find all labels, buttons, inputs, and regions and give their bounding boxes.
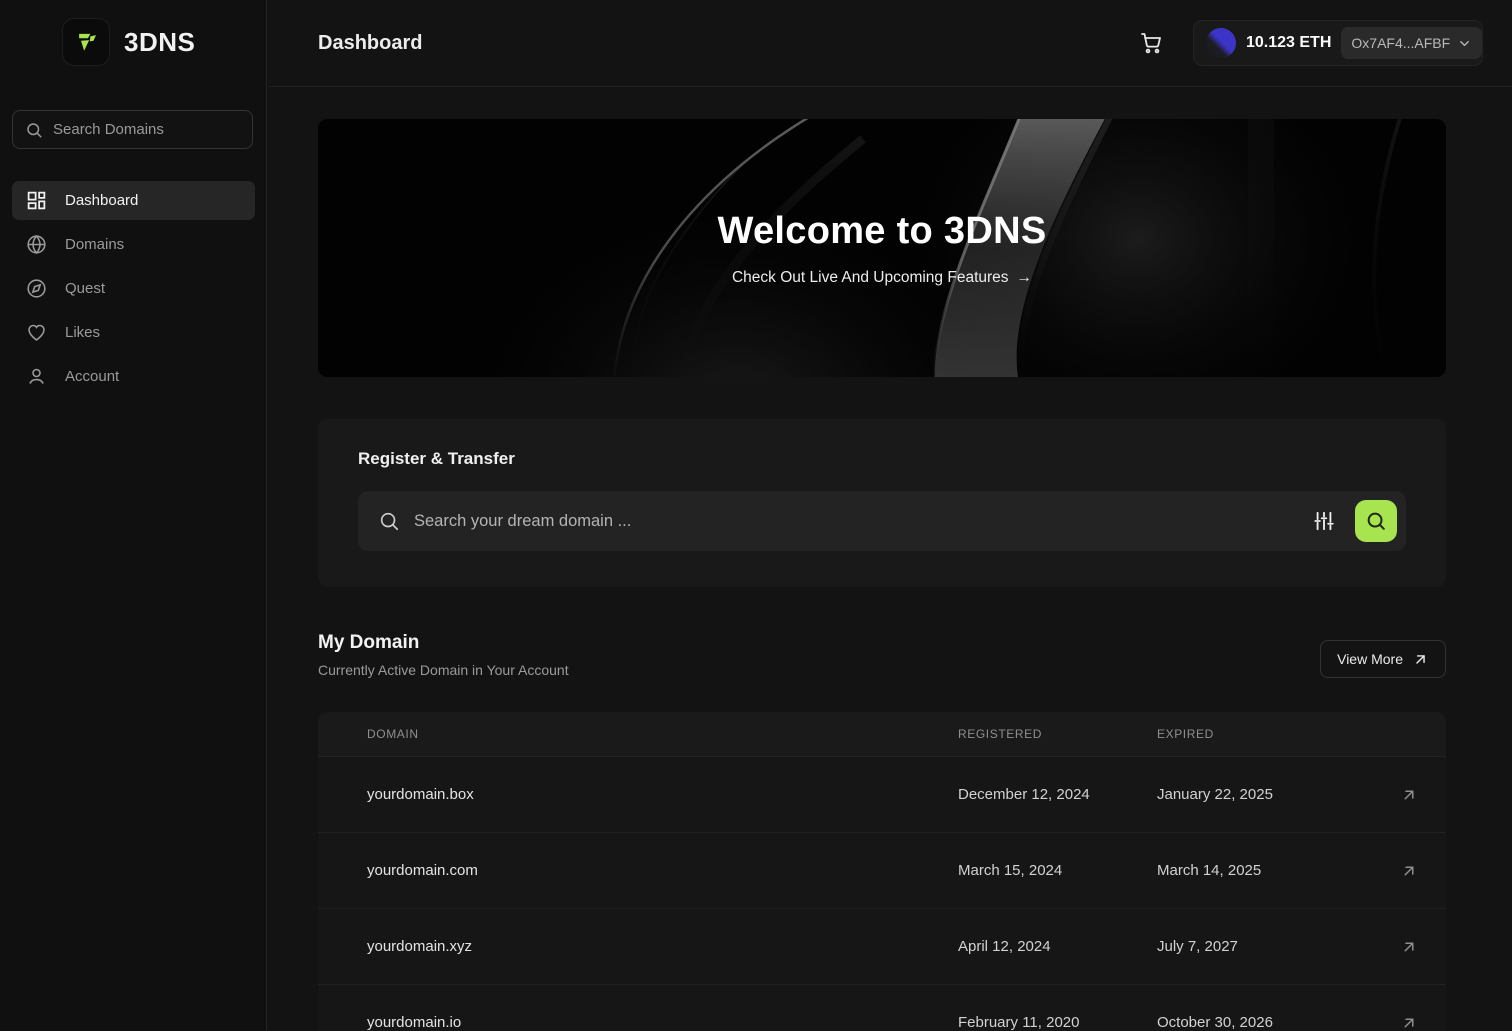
sidebar-item-quest[interactable]: Quest	[12, 269, 255, 308]
filter-button[interactable]	[1307, 504, 1341, 538]
hero-features-link[interactable]: Check Out Live And Upcoming Features →	[732, 269, 1032, 287]
hero-banner: Welcome to 3DNS Check Out Live And Upcom…	[318, 119, 1446, 377]
search-icon	[378, 510, 400, 532]
cart-icon	[1139, 31, 1163, 55]
sidebar-item-label: Quest	[65, 280, 105, 297]
hero-title: Welcome to 3DNS	[718, 210, 1047, 253]
sidebar-item-label: Dashboard	[65, 192, 138, 209]
wallet-card: 10.123 ETH Ox7AF4...AFBF	[1193, 20, 1483, 66]
brand[interactable]: 3DNS	[0, 0, 266, 66]
topbar: Dashboard 10.123 ETH Ox7AF4...AFBF	[268, 0, 1512, 87]
open-domain-button[interactable]	[1380, 860, 1420, 882]
expired-cell: March 14, 2025	[1157, 862, 1380, 879]
main-content: Dashboard 10.123 ETH Ox7AF4...AFBF	[268, 0, 1512, 1031]
domain-cell: yourdomain.box	[367, 786, 958, 803]
expired-cell: January 22, 2025	[1157, 786, 1380, 803]
registered-cell: March 15, 2024	[958, 862, 1157, 879]
open-domain-button[interactable]	[1380, 784, 1420, 806]
heart-icon	[26, 322, 47, 343]
table-header-row: DOMAIN REGISTERED EXPIRED	[318, 712, 1446, 757]
sidebar-item-domains[interactable]: Domains	[12, 225, 255, 264]
sidebar-nav: Dashboard Domains Quest Likes Account	[12, 181, 255, 396]
arrow-up-right-icon	[1412, 651, 1429, 668]
wallet-address-dropdown[interactable]: Ox7AF4...AFBF	[1341, 27, 1482, 59]
register-transfer-card: Register & Transfer	[318, 419, 1446, 587]
sidebar-item-likes[interactable]: Likes	[12, 313, 255, 352]
domain-search-submit-button[interactable]	[1355, 500, 1397, 542]
sidebar-item-label: Domains	[65, 236, 124, 253]
search-icon	[25, 121, 43, 139]
table-row: yourdomain.com March 15, 2024 March 14, …	[318, 833, 1446, 909]
wallet-address: Ox7AF4...AFBF	[1351, 35, 1450, 51]
arrow-up-right-icon	[1400, 786, 1418, 804]
domains-table: DOMAIN REGISTERED EXPIRED yourdomain.box…	[318, 712, 1446, 1031]
user-icon	[26, 366, 47, 387]
view-more-button[interactable]: View More	[1320, 640, 1446, 678]
my-domain-section-header: My Domain Currently Active Domain in You…	[318, 632, 1446, 678]
hero-subtitle: Check Out Live And Upcoming Features	[732, 269, 1009, 287]
sidebar-item-account[interactable]: Account	[12, 357, 255, 396]
sidebar-search	[12, 110, 253, 149]
register-transfer-title: Register & Transfer	[358, 449, 1406, 469]
domain-cell: yourdomain.com	[367, 862, 958, 879]
cart-button[interactable]	[1135, 27, 1167, 59]
arrow-right-icon: →	[1017, 269, 1033, 287]
domain-search-input[interactable]	[414, 512, 1293, 531]
eth-balance: 10.123 ETH	[1246, 34, 1331, 52]
my-domain-title: My Domain	[318, 632, 569, 654]
globe-icon	[26, 234, 47, 255]
dashboard-grid-icon	[26, 190, 47, 211]
my-domain-subtitle: Currently Active Domain in Your Account	[318, 662, 569, 678]
arrow-up-right-icon	[1400, 1014, 1418, 1031]
expired-cell: July 7, 2027	[1157, 938, 1380, 955]
arrow-up-right-icon	[1400, 862, 1418, 880]
domain-search-bar	[358, 491, 1406, 551]
chevron-down-icon	[1457, 36, 1472, 51]
expired-cell: October 30, 2026	[1157, 1014, 1380, 1031]
brand-logo-icon	[62, 18, 110, 66]
column-header-domain: DOMAIN	[367, 727, 958, 741]
registered-cell: February 11, 2020	[958, 1014, 1157, 1031]
registered-cell: December 12, 2024	[958, 786, 1157, 803]
table-row: yourdomain.box December 12, 2024 January…	[318, 757, 1446, 833]
domain-cell: yourdomain.xyz	[367, 938, 958, 955]
arrow-up-right-icon	[1400, 938, 1418, 956]
registered-cell: April 12, 2024	[958, 938, 1157, 955]
page-title: Dashboard	[318, 32, 422, 55]
sidebar-search-input[interactable]	[53, 121, 240, 138]
column-header-expired: EXPIRED	[1157, 727, 1380, 741]
sidebar-item-dashboard[interactable]: Dashboard	[12, 181, 255, 220]
table-row: yourdomain.io February 11, 2020 October …	[318, 985, 1446, 1031]
search-icon	[1365, 510, 1387, 532]
domain-cell: yourdomain.io	[367, 1014, 958, 1031]
sidebar-item-label: Account	[65, 368, 119, 385]
brand-name: 3DNS	[124, 27, 195, 58]
sliders-icon	[1313, 510, 1335, 532]
column-header-registered: REGISTERED	[958, 727, 1157, 741]
wallet-avatar	[1206, 28, 1236, 58]
sidebar-item-label: Likes	[65, 324, 100, 341]
table-row: yourdomain.xyz April 12, 2024 July 7, 20…	[318, 909, 1446, 985]
compass-icon	[26, 278, 47, 299]
sidebar: 3DNS Dashboard Domains Quest Likes Accou…	[0, 0, 267, 1031]
open-domain-button[interactable]	[1380, 936, 1420, 958]
open-domain-button[interactable]	[1380, 1012, 1420, 1031]
